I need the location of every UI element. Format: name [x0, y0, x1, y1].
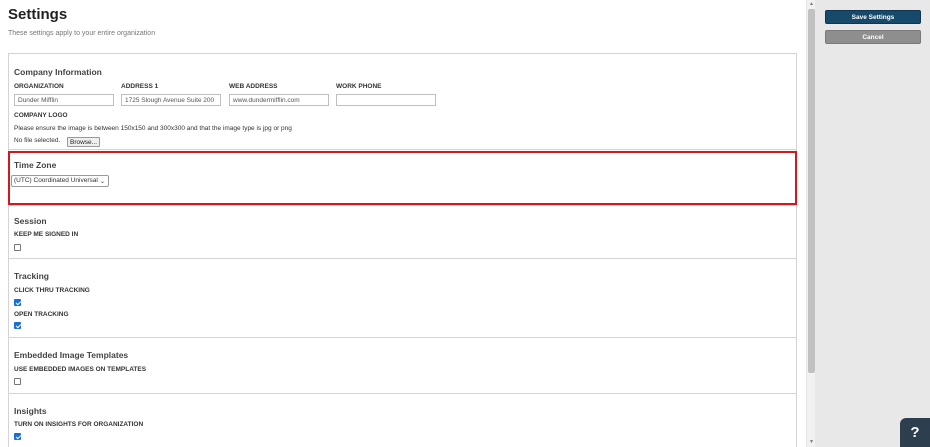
embedded-image-templates-title: Embedded Image Templates: [14, 350, 129, 360]
company-information-section: Company Information ORGANIZATION ADDRESS…: [8, 53, 797, 150]
organization-label: ORGANIZATION: [14, 83, 64, 90]
keep-signed-in-checkbox[interactable]: [14, 244, 21, 251]
page-subtitle: These settings apply to your entire orga…: [8, 30, 156, 37]
tracking-section: Tracking CLICK THRU TRACKING OPEN TRACKI…: [8, 259, 797, 338]
company-information-title: Company Information: [14, 67, 102, 77]
work-phone-input[interactable]: [336, 94, 436, 106]
click-thru-tracking-label: CLICK THRU TRACKING: [14, 287, 90, 294]
actions-sidebar: Save Settings Cancel: [815, 0, 930, 447]
company-logo-label: COMPANY LOGO: [14, 112, 68, 119]
turn-on-insights-checkbox[interactable]: [14, 433, 21, 440]
address-label: ADDRESS 1: [121, 83, 159, 90]
open-tracking-label: OPEN TRACKING: [14, 311, 69, 318]
session-title: Session: [14, 216, 47, 226]
tracking-title: Tracking: [14, 271, 49, 281]
address-input[interactable]: 1725 Slough Avenue Suite 200: [121, 94, 221, 106]
browse-button[interactable]: Browse...: [67, 137, 101, 147]
use-embedded-images-checkbox[interactable]: [14, 378, 21, 385]
settings-main: Settings These settings apply to your en…: [0, 0, 806, 447]
organization-input[interactable]: Dunder Mifflin: [14, 94, 114, 106]
insights-section: Insights TURN ON INSIGHTS FOR ORGANIZATI…: [8, 394, 797, 447]
page-title: Settings: [8, 6, 68, 23]
session-section: Session KEEP ME SIGNED IN: [8, 206, 797, 259]
open-tracking-checkbox[interactable]: [14, 322, 21, 329]
save-settings-button[interactable]: Save Settings: [825, 10, 921, 24]
logo-size-hint: Please ensure the image is between 150x1…: [14, 125, 292, 132]
turn-on-insights-label: TURN ON INSIGHTS FOR ORGANIZATION: [14, 421, 144, 428]
work-phone-label: WORK PHONE: [336, 83, 382, 90]
help-button[interactable]: ?: [900, 418, 930, 447]
insights-title: Insights: [14, 406, 47, 416]
use-embedded-images-label: USE EMBEDDED IMAGES ON TEMPLATES: [14, 366, 147, 373]
cancel-button[interactable]: Cancel: [825, 30, 921, 44]
embedded-image-templates-section: Embedded Image Templates USE EMBEDDED IM…: [8, 338, 797, 394]
keep-signed-in-label: KEEP ME SIGNED IN: [14, 231, 79, 238]
vertical-scrollbar[interactable]: ▲ ▼: [806, 0, 815, 447]
web-address-label: WEB ADDRESS: [229, 83, 278, 90]
time-zone-highlight-box: [8, 151, 797, 205]
click-thru-tracking-checkbox[interactable]: [14, 299, 21, 306]
web-address-input[interactable]: www.dundermifflin.com: [229, 94, 329, 106]
file-status: No file selected.: [14, 137, 61, 144]
scrollbar-thumb[interactable]: [808, 9, 815, 373]
